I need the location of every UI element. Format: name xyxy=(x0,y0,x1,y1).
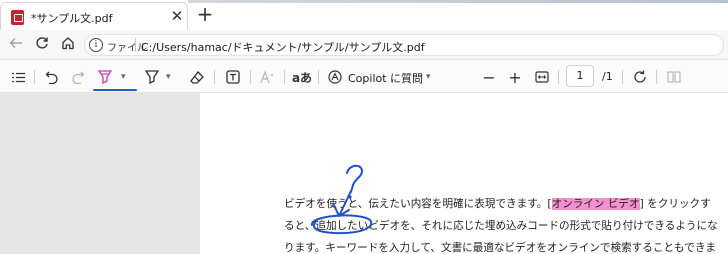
two-page-icon xyxy=(667,71,681,83)
toolbar-divider xyxy=(622,70,623,84)
page-total-label: /1 xyxy=(602,70,613,83)
toolbar-divider xyxy=(318,70,319,84)
tab-strip-accent xyxy=(188,0,728,3)
toolbar-divider xyxy=(656,70,657,84)
url-text[interactable]: C:/Users/hamac/ドキュメント/サンプル/サンプル文.pdf xyxy=(141,39,425,55)
chevron-down-icon[interactable]: ▾ xyxy=(426,66,431,88)
chevron-down-icon[interactable]: ▾ xyxy=(166,66,171,88)
document-line: ります。キーワードを入力して、文書に最適なビデオをオンラインで検索することもでき… xyxy=(284,242,717,254)
tab-title: *サンプル文.pdf xyxy=(31,12,113,25)
copilot-button[interactable] xyxy=(326,66,344,88)
zoom-in-button[interactable]: + xyxy=(506,66,524,88)
eraser-button[interactable] xyxy=(186,66,208,88)
add-text-button[interactable] xyxy=(222,66,244,88)
circled-text[interactable]: 追加したい xyxy=(315,220,368,232)
copilot-ask-label[interactable]: Copilot に質問 xyxy=(348,70,423,86)
rotate-button[interactable] xyxy=(630,66,650,88)
tab-strip: *サンプル文.pdf ✕ + xyxy=(0,0,728,30)
text-size-icon xyxy=(260,70,273,83)
document-viewport[interactable]: ビデオを使うと、伝えたい内容を明確に表現できます。[オンライン ビデオ] をクリ… xyxy=(0,93,728,254)
undo-icon xyxy=(45,71,58,84)
read-aloud-button[interactable]: aあ xyxy=(291,66,313,88)
contents-list-icon xyxy=(11,72,25,82)
read-aloud-icon: aあ xyxy=(291,70,313,85)
draw-icon xyxy=(145,70,159,84)
redo-button[interactable] xyxy=(68,66,88,88)
chevron-down-icon[interactable]: ▾ xyxy=(121,66,126,88)
reload-icon xyxy=(36,37,48,49)
pdf-toolbar: ▾ ▾ aあ Copilot に質問 ▾ − + 1 /1 xyxy=(0,60,728,93)
url-separator xyxy=(135,38,136,52)
document-line: ビデオを使うと、伝えたい内容を明確に表現できます。[オンライン ビデオ] をクリ… xyxy=(284,198,711,210)
page-number-input[interactable]: 1 xyxy=(566,65,594,87)
address-bar[interactable]: i ファイル C:/Users/hamac/ドキュメント/サンプル/サンプル文.… xyxy=(84,34,724,56)
pdf-page[interactable]: ビデオを使うと、伝えたい内容を明確に表現できます。[オンライン ビデオ] をクリ… xyxy=(200,93,728,254)
redo-icon xyxy=(72,71,85,84)
home-button[interactable] xyxy=(58,35,78,55)
document-line: ると、追加したいビデオを、それに応じた埋め込みコードの形式で貼り付けできるように… xyxy=(284,220,718,232)
toolbar-divider xyxy=(284,70,285,84)
info-icon[interactable]: i xyxy=(89,38,103,52)
text-box-icon xyxy=(226,70,240,84)
toolbar-divider xyxy=(250,70,251,84)
highlighted-text[interactable]: オンライン ビデオ xyxy=(551,198,640,210)
reload-button[interactable] xyxy=(32,35,52,55)
close-tab-button[interactable]: ✕ xyxy=(169,7,185,25)
pdf-file-icon xyxy=(11,10,24,25)
rotate-icon xyxy=(634,70,646,83)
highlighter-icon xyxy=(98,70,112,84)
home-icon xyxy=(62,37,74,50)
fit-page-icon xyxy=(535,71,549,83)
zoom-out-icon: − xyxy=(482,67,496,87)
fit-page-button[interactable] xyxy=(532,66,552,88)
back-arrow-icon xyxy=(9,38,22,48)
eraser-icon xyxy=(189,70,204,84)
page-view-button[interactable] xyxy=(664,66,684,88)
text-size-button[interactable] xyxy=(256,66,278,88)
address-row: i ファイル C:/Users/hamac/ドキュメント/サンプル/サンプル文.… xyxy=(0,30,728,60)
highlight-button[interactable] xyxy=(95,66,115,88)
toolbar-divider xyxy=(558,70,559,84)
draw-button[interactable] xyxy=(142,66,162,88)
toolbar-divider xyxy=(214,70,215,84)
back-button[interactable] xyxy=(6,35,26,55)
highlight-tool-group[interactable]: ▾ xyxy=(93,66,137,91)
undo-button[interactable] xyxy=(42,66,62,88)
tab-pdf-document[interactable]: *サンプル文.pdf ✕ xyxy=(0,2,188,30)
zoom-in-icon: + xyxy=(508,67,522,87)
toolbar-divider xyxy=(34,70,35,84)
zoom-out-button[interactable]: − xyxy=(480,66,498,88)
active-tool-indicator xyxy=(93,89,137,91)
document-text: ビデオを使うと、伝えたい内容を明確に表現できます。[オンライン ビデオ] をクリ… xyxy=(284,193,718,254)
copilot-icon xyxy=(328,70,342,84)
new-tab-button[interactable]: + xyxy=(195,3,215,25)
contents-button[interactable] xyxy=(8,66,28,88)
